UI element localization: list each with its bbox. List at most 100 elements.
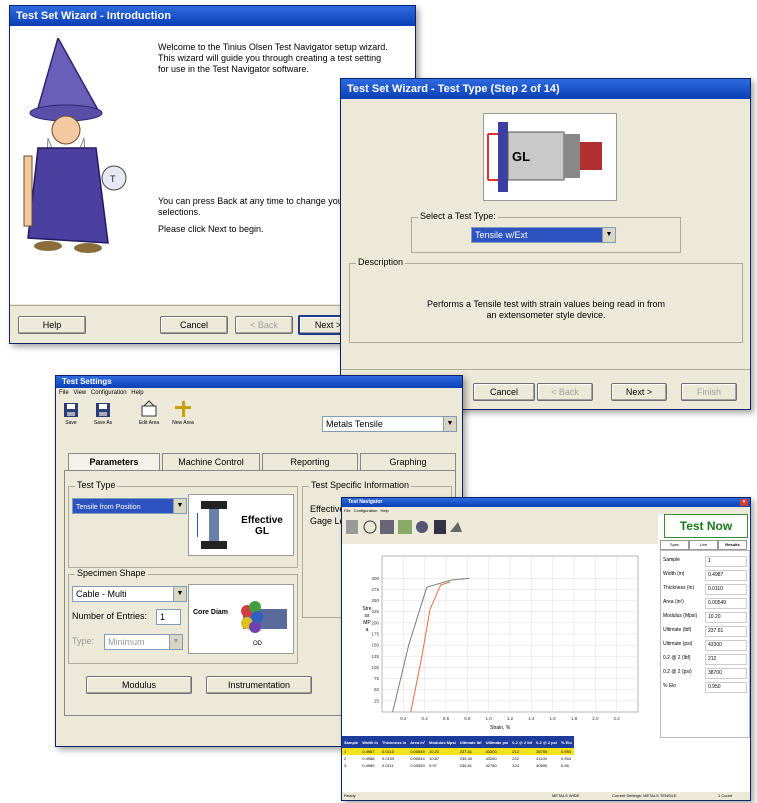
tab-graphing[interactable]: Graphing	[360, 453, 456, 470]
close-icon[interactable]: ×	[740, 499, 748, 506]
tab-parameters[interactable]: Parameters	[68, 453, 160, 470]
table-header[interactable]: Ultimate lbf	[458, 736, 484, 748]
y-tick-label: 250	[371, 598, 379, 603]
table-header[interactable]: Thickness in	[380, 736, 408, 748]
select-test-type-label: Select a Test Type:	[418, 211, 498, 221]
menu-file[interactable]: File	[59, 390, 69, 396]
y-tick-label: 175	[371, 632, 379, 637]
shape-value: Cable - Multi	[76, 589, 127, 599]
x-tick-label: 0.6	[443, 716, 450, 721]
table-header[interactable]: 0.2 @ 2 lbf	[510, 736, 534, 748]
table-cell: 3	[344, 763, 347, 768]
table-cell: 0.954	[560, 756, 571, 761]
settings-test-type-select[interactable]: Tensile from Position ▼	[72, 498, 187, 514]
back-button[interactable]: < Back	[537, 383, 593, 401]
navigator-title: Test Navigator	[348, 499, 383, 505]
result-row: Ultimate (lbf) 237.61	[661, 625, 747, 637]
toolbar-edit-area-label: Edit Area	[138, 420, 160, 426]
table-cell: 9.97	[429, 763, 437, 768]
table-cell: 224	[512, 763, 519, 768]
table-row[interactable]: 3 0.4989 0.0111 0.00553 9.97 236.61 42780 224 40…	[342, 762, 574, 769]
test-type-value: Tensile w/Ext	[475, 230, 528, 240]
chevron-down-icon[interactable]: ▼	[173, 587, 186, 601]
table-header[interactable]: Ultimate psi	[484, 736, 511, 748]
cancel-button[interactable]: Cancel	[473, 383, 535, 401]
result-key: Area (in²)	[663, 599, 684, 605]
result-value: 0.4987	[705, 570, 747, 581]
results-panel: Sample 1 Width (in) 0.4987 Thickness (in) 0.0…	[660, 550, 750, 738]
nav-menu-help[interactable]: Help	[381, 508, 389, 513]
table-cell: 43260	[485, 756, 497, 761]
result-key: 0.2 @ 2 (psi)	[663, 669, 692, 675]
test-type-group-label: Test Type	[75, 480, 118, 490]
toolbar-new-area[interactable]: New Area	[168, 400, 198, 430]
test-now-button[interactable]: Test Now	[664, 514, 748, 538]
panel-tab-results[interactable]: Results	[718, 540, 747, 550]
menu-view[interactable]: View	[73, 390, 86, 396]
tab-reporting[interactable]: Reporting	[262, 453, 358, 470]
entries-input[interactable]: 1	[156, 609, 181, 625]
menu-configuration[interactable]: Configuration	[91, 390, 127, 396]
table-row[interactable]: 2 0.4988 0.0109 0.00544 10.87 235.30 43260 222 4…	[342, 755, 574, 762]
cancel-button[interactable]: Cancel	[160, 316, 228, 334]
svg-text:T: T	[110, 174, 116, 184]
description-label: Description	[356, 257, 406, 267]
table-header[interactable]: Sample	[342, 736, 360, 748]
test-specific-label: Test Specific Information	[309, 480, 412, 490]
cable-image: Core Diam OD	[188, 584, 294, 654]
table-cell: 2	[344, 756, 347, 761]
result-value: 1	[705, 556, 747, 567]
chart-area: 0.2 0.4 0.6 0.8 1.0 1.2 1.4 1.6 1.8 2.0 2.2 25 50 75 1…	[342, 544, 658, 734]
table-cell: 40600	[536, 763, 548, 768]
table-header[interactable]: 0.2 @ 2 psi	[534, 736, 559, 748]
table-header[interactable]: Modulus Mpsi	[427, 736, 458, 748]
finish-button[interactable]: Finish	[681, 383, 737, 401]
table-row[interactable]: 1 0.4987 0.0110 0.00549 10.20 237.61 43300 212 3…	[342, 748, 574, 755]
tab-machine-control[interactable]: Machine Control	[162, 453, 260, 470]
table-header[interactable]: Width in	[360, 736, 380, 748]
x-tick-label: 1.8	[571, 716, 578, 721]
type-label: Type:	[72, 636, 95, 646]
chevron-down-icon[interactable]: ▼	[443, 417, 456, 431]
nav-menu-file[interactable]: File	[344, 508, 350, 513]
save-as-icon	[96, 403, 110, 417]
nav-menu-configuration[interactable]: Configuration	[354, 508, 378, 513]
back-button[interactable]: < Back	[235, 316, 293, 334]
shape-select[interactable]: Cable - Multi ▼	[72, 586, 187, 602]
chevron-down-icon[interactable]: ▼	[169, 635, 182, 649]
next-button[interactable]: Next >	[611, 383, 667, 401]
instrumentation-button[interactable]: Instrumentation	[206, 676, 312, 694]
modulus-button[interactable]: Modulus	[86, 676, 192, 694]
settings-tabstrip: Parameters Machine Control Reporting Gra…	[64, 453, 456, 471]
type-select[interactable]: Minimum ▼	[104, 634, 183, 650]
od-label: OD	[253, 641, 262, 647]
toolbar-edit-area[interactable]: Edit Area	[134, 400, 164, 430]
chevron-down-icon[interactable]: ▼	[173, 499, 186, 513]
table-cell: 0.00553	[410, 763, 425, 768]
result-value: 212	[705, 654, 747, 665]
wizard-testtype-titlebar: Test Set Wizard - Test Type (Step 2 of 1…	[341, 79, 750, 99]
toolbar-icons[interactable]	[346, 518, 466, 540]
table-cell: 0.950	[560, 749, 571, 754]
result-row: Thickness (in) 0.0110	[661, 583, 747, 595]
toolbar-save-as-label: Save As	[93, 420, 113, 426]
menu-help[interactable]: Help	[131, 390, 143, 396]
x-axis-label: Strain, %	[490, 725, 511, 731]
result-row: % Elo 0.950	[661, 681, 747, 693]
chevron-down-icon[interactable]: ▼	[602, 228, 615, 242]
table-header[interactable]: % Elo	[559, 736, 574, 748]
toolbar-save[interactable]: Save	[60, 402, 82, 430]
panel-tab-spec[interactable]: Spec	[660, 540, 689, 550]
y-tick-label: 125	[371, 654, 379, 659]
effective-gl-label: Effective GL	[241, 515, 283, 537]
panel-tab-live[interactable]: Live	[689, 540, 718, 550]
specimen-icon	[197, 501, 227, 549]
result-key: Sample	[663, 557, 680, 563]
table-cell: 0.0109	[381, 756, 395, 761]
help-button[interactable]: Help	[18, 316, 86, 334]
area-select[interactable]: Metals Tensile ▼	[322, 416, 457, 432]
test-type-select[interactable]: Tensile w/Ext ▼	[471, 227, 616, 243]
effective-label: Effective	[310, 504, 345, 514]
table-header[interactable]: Area in²	[408, 736, 427, 748]
toolbar-save-as[interactable]: Save As	[90, 402, 116, 430]
